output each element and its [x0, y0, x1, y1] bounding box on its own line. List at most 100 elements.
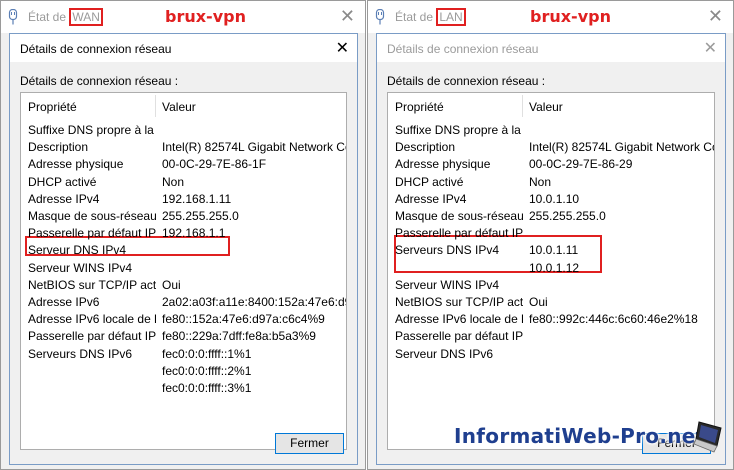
row-value: 192.168.1.11 [162, 191, 232, 206]
details-list[interactable]: Propriété Valeur Suffixe DNS propre à la… [20, 92, 347, 450]
network-adapter-icon [8, 9, 18, 25]
row-property: Adresse IPv4 [395, 191, 467, 206]
dialog-close-icon[interactable]: ✕ [336, 38, 349, 57]
list-row[interactable]: Serveur WINS IPv4 [388, 277, 714, 294]
row-value: Intel(R) 82574L Gigabit Network Connecti [529, 140, 714, 155]
details-label: Détails de connexion réseau : [387, 74, 546, 88]
list-row[interactable]: Adresse IPv4 192.168.1.11 [21, 191, 346, 208]
row-value: 255.255.255.0 [529, 209, 606, 223]
row-property: Serveur WINS IPv4 [28, 260, 133, 275]
column-separator[interactable] [155, 95, 156, 117]
list-row[interactable]: Serveurs DNS IPv6 fec0:0:0:ffff::1%1 [21, 346, 346, 363]
list-row[interactable]: Suffixe DNS propre à la ... [21, 122, 346, 139]
list-row[interactable]: NetBIOS sur TCP/IP act... Oui [21, 277, 346, 294]
row-property: NetBIOS sur TCP/IP act... [28, 277, 156, 292]
row-property: NetBIOS sur TCP/IP act... [395, 295, 523, 309]
row-property: DHCP activé [28, 174, 97, 189]
row-property: Passerelle par défaut IPv4 [28, 226, 156, 241]
details-list[interactable]: Propriété Valeur Suffixe DNS propre à la… [387, 92, 715, 450]
column-header-property[interactable]: Propriété [28, 99, 77, 115]
watermark: InformatiWeb-Pro.net [454, 418, 724, 462]
close-icon[interactable]: ✕ [340, 6, 355, 27]
list-row[interactable]: Adresse IPv6 locale de li... fe80::152a:4… [21, 311, 346, 328]
row-value: fec0:0:0:ffff::1%1 [162, 346, 252, 361]
list-row[interactable]: Adresse IPv6 locale de li... fe80::992c:4… [388, 311, 714, 328]
column-header-value[interactable]: Valeur [162, 99, 196, 115]
row-property: Passerelle par défaut IPv4 [395, 226, 523, 241]
brand-label: brux-vpn [165, 7, 246, 26]
close-icon[interactable]: ✕ [708, 6, 723, 27]
watermark-text: InformatiWeb-Pro.net [454, 424, 706, 448]
dialog-titlebar: Détails de connexion réseau ✕ [10, 34, 357, 62]
list-row[interactable]: Description Intel(R) 82574L Gigabit Netwo… [388, 139, 714, 156]
row-property: Adresse IPv6 locale de li... [28, 312, 156, 327]
row-property: Suffixe DNS propre à la ... [395, 123, 523, 137]
window-title-prefix: État de [28, 10, 70, 24]
row-value: 00-0C-29-7E-86-29 [529, 157, 633, 172]
row-property: Masque de sous-réseau ... [28, 209, 156, 223]
row-value: Oui [529, 295, 548, 309]
list-row[interactable]: NetBIOS sur TCP/IP act... Oui [388, 294, 714, 311]
wan-status-window: État de WAN brux-vpn ✕ Détails de connex… [0, 0, 366, 470]
row-value: Oui [162, 277, 181, 292]
row-value: Intel(R) 82574L Gigabit Network Connecti [162, 140, 346, 155]
window-title-prefix: État de [395, 10, 437, 24]
row-value: fe80::229a:7dff:fe8a:b5a3%9 [162, 329, 316, 344]
wan-window-title: État de WAN [28, 8, 103, 26]
list-row[interactable]: Adresse IPv6 2a02:a03f:a11e:8400:152a:47e… [21, 294, 346, 311]
laptop-icon [694, 421, 722, 453]
list-row[interactable]: Description Intel(R) 82574L Gigabit Netwo… [21, 139, 346, 156]
list-row[interactable]: Serveurs DNS IPv4 10.0.1.11 [388, 242, 714, 259]
row-property: Adresse IPv6 locale de li... [395, 312, 523, 327]
list-row[interactable]: Masque de sous-réseau ... 255.255.255.0 [388, 208, 714, 225]
row-property: Serveur WINS IPv4 [395, 277, 500, 292]
column-header-property[interactable]: Propriété [395, 99, 444, 115]
row-property: Passerelle par défaut IPv6 [28, 329, 156, 344]
dialog-close-icon[interactable]: ✕ [704, 38, 717, 57]
row-value: 255.255.255.0 [162, 209, 239, 223]
row-property: Serveurs DNS IPv4 [395, 243, 500, 258]
row-property: Serveurs DNS IPv6 [28, 346, 133, 361]
dialog-title: Détails de connexion réseau [387, 42, 539, 56]
close-button[interactable]: Fermer [275, 433, 344, 454]
column-separator[interactable] [522, 95, 523, 117]
column-header-value[interactable]: Valeur [529, 99, 563, 115]
list-row[interactable]: Serveur WINS IPv4 [21, 260, 346, 277]
lan-details-dialog: Détails de connexion réseau ✕ Détails de… [376, 33, 726, 465]
network-adapter-icon [375, 9, 385, 25]
row-value: 2a02:a03f:a11e:8400:152a:47e6:d97a:c6 [162, 295, 346, 309]
row-value: fe80::152a:47e6:d97a:c6c4%9 [162, 312, 325, 327]
row-value: fe80::992c:446c:6c60:46e2%18 [529, 312, 698, 327]
row-property: Suffixe DNS propre à la ... [28, 123, 156, 137]
row-value: 10.0.1.10 [529, 191, 580, 206]
row-property: Adresse physique [395, 157, 491, 172]
row-value: 192.168.1.1 [162, 226, 226, 241]
wan-window-titlebar: État de WAN brux-vpn ✕ [1, 1, 365, 33]
list-row[interactable]: Adresse physique 00-0C-29-7E-86-29 [388, 156, 714, 173]
row-value: Non [529, 174, 552, 189]
row-value-continued: 10.0.1.12 [529, 260, 580, 275]
row-property: Adresse IPv4 [28, 191, 100, 206]
list-row[interactable]: DHCP activé Non [21, 174, 346, 191]
list-row[interactable]: Suffixe DNS propre à la ... [388, 122, 714, 139]
list-row[interactable]: Masque de sous-réseau ... 255.255.255.0 [21, 208, 346, 225]
list-row[interactable]: Passerelle par défaut IPv4 192.168.1.1 [21, 225, 346, 242]
row-value: 00-0C-29-7E-86-1F [162, 157, 267, 172]
list-row[interactable]: Passerelle par défaut IPv4 [388, 225, 714, 242]
row-value: Non [162, 174, 185, 189]
interface-name-highlight: LAN [436, 8, 466, 26]
row-property: Description [28, 140, 89, 155]
list-row[interactable]: Adresse IPv4 10.0.1.10 [388, 191, 714, 208]
list-row[interactable]: DHCP activé Non [388, 174, 714, 191]
lan-window-title: État de LAN [395, 8, 466, 26]
list-row[interactable]: Passerelle par défaut IPv6 fe80::229a:7df… [21, 328, 346, 345]
list-row[interactable]: Serveur DNS IPv6 [388, 346, 714, 363]
row-property: Passerelle par défaut IPv6 [395, 329, 523, 344]
list-row[interactable]: Passerelle par défaut IPv6 [388, 328, 714, 345]
dialog-title: Détails de connexion réseau [20, 42, 172, 56]
lan-window-titlebar: État de LAN brux-vpn ✕ [368, 1, 733, 33]
row-value: 10.0.1.11 [529, 243, 579, 258]
row-property: Description [395, 140, 456, 155]
list-row[interactable]: Serveur DNS IPv4 [21, 242, 346, 259]
list-row[interactable]: Adresse physique 00-0C-29-7E-86-1F [21, 156, 346, 173]
